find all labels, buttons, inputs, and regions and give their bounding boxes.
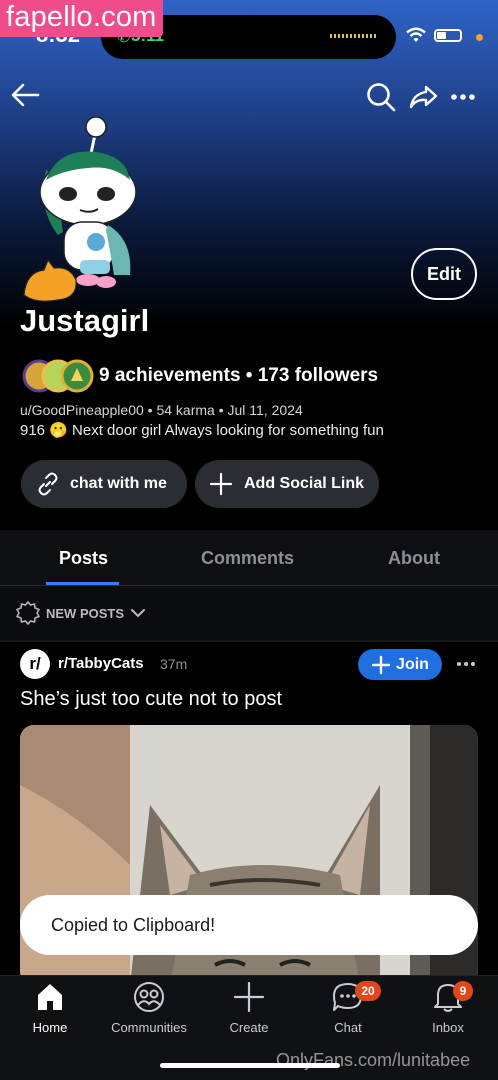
add-social-link-button[interactable]: Add Social Link bbox=[195, 460, 379, 508]
nav-inbox-label: Inbox bbox=[432, 1020, 464, 1035]
chat-unread-badge: 20 bbox=[355, 981, 381, 1001]
subreddit-name[interactable]: r/TabbyCats bbox=[58, 655, 144, 672]
join-button[interactable]: Join bbox=[358, 649, 442, 680]
plus-icon bbox=[233, 982, 265, 1012]
nav-inbox[interactable]: Inbox bbox=[398, 982, 498, 1035]
post-age: 37m bbox=[160, 656, 188, 672]
profile-display-name: Justagirl bbox=[20, 303, 150, 338]
nav-home-label: Home bbox=[32, 1020, 68, 1035]
achievement-badges-icon[interactable] bbox=[22, 359, 94, 393]
snoo-avatar bbox=[23, 116, 137, 302]
nav-create[interactable]: Create bbox=[199, 982, 299, 1035]
battery-level bbox=[437, 32, 446, 39]
watermark-top: fapello.com bbox=[0, 0, 163, 37]
sort-label: NEW POSTS bbox=[46, 605, 125, 621]
link-icon bbox=[38, 472, 58, 496]
post-title[interactable]: She’s just too cute not to post bbox=[20, 688, 282, 711]
chevron-down-icon bbox=[131, 609, 146, 618]
share-icon bbox=[409, 85, 438, 109]
inbox-unread-badge: 9 bbox=[453, 981, 473, 1001]
audio-wave-icon bbox=[330, 34, 378, 38]
back-button[interactable] bbox=[8, 78, 42, 112]
profile-meta: u/GoodPineapple00 • 54 karma • Jul 11, 2… bbox=[20, 402, 303, 418]
nav-communities[interactable]: Communities bbox=[99, 982, 199, 1035]
post-more-button[interactable] bbox=[452, 652, 480, 676]
edit-profile-button[interactable]: Edit bbox=[411, 248, 477, 300]
chat-link-button[interactable]: chat with me bbox=[21, 460, 187, 508]
share-button[interactable] bbox=[406, 80, 440, 114]
recording-indicator bbox=[476, 34, 483, 41]
nav-communities-label: Communities bbox=[111, 1020, 187, 1035]
nav-chat[interactable]: Chat bbox=[298, 982, 398, 1035]
home-indicator bbox=[160, 1063, 340, 1068]
new-badge-icon bbox=[16, 601, 40, 625]
nav-chat-label: Chat bbox=[334, 1020, 362, 1035]
chat-link-label: chat with me bbox=[70, 475, 167, 492]
plus-icon bbox=[209, 472, 233, 496]
tab-about[interactable]: About bbox=[388, 548, 440, 569]
nav-home[interactable]: Home bbox=[0, 982, 100, 1035]
plus-icon bbox=[371, 655, 391, 674]
more-horizontal-icon bbox=[451, 94, 475, 100]
profile-bio: 916 🫢 Next door girl Always looking for … bbox=[20, 422, 384, 439]
more-horizontal-icon bbox=[457, 662, 475, 666]
more-button[interactable] bbox=[446, 80, 480, 114]
search-icon bbox=[367, 83, 396, 112]
sort-dropdown[interactable]: NEW POSTS bbox=[16, 601, 146, 625]
nav-create-label: Create bbox=[229, 1020, 269, 1035]
tab-posts[interactable]: Posts bbox=[59, 548, 108, 569]
home-icon bbox=[38, 984, 62, 1010]
profile-stats[interactable]: 9 achievements • 173 followers bbox=[99, 365, 378, 387]
subreddit-icon[interactable]: r/ bbox=[20, 649, 50, 679]
tab-comments[interactable]: Comments bbox=[201, 548, 294, 569]
wifi-icon bbox=[406, 27, 426, 42]
join-label: Join bbox=[396, 655, 429, 673]
arrow-left-icon bbox=[11, 83, 40, 107]
post-divider bbox=[0, 640, 498, 642]
communities-icon bbox=[134, 982, 164, 1012]
search-button[interactable] bbox=[364, 80, 398, 114]
clipboard-toast: Copied to Clipboard! bbox=[20, 895, 478, 955]
add-social-link-label: Add Social Link bbox=[244, 475, 365, 492]
